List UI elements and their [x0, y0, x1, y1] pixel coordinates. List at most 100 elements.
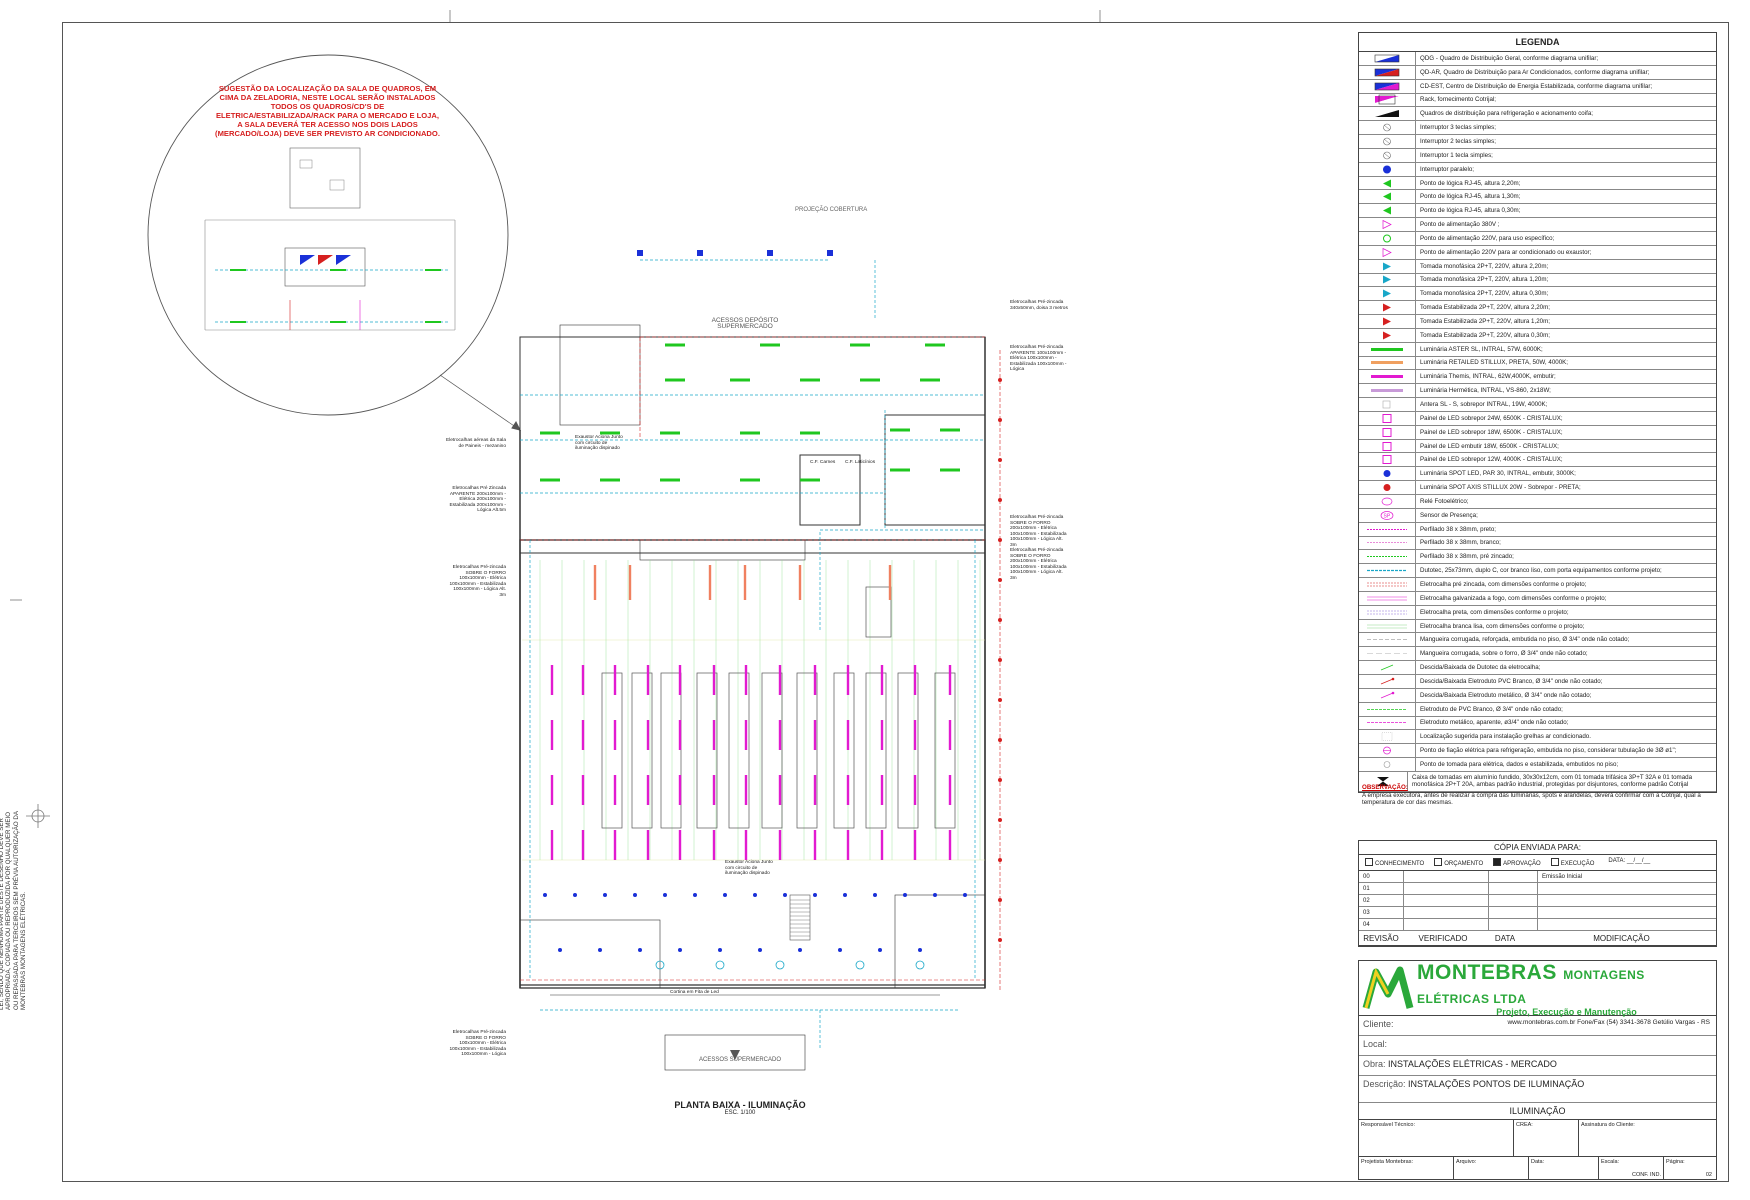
copy-option-checkbox[interactable]: ORÇAMENTO	[1434, 858, 1483, 867]
brand-name: MONTEBRAS	[1417, 961, 1557, 984]
revision-header-cell: REVISÃO	[1363, 933, 1399, 943]
shelf-unit	[833, 672, 855, 829]
legend-text: Dutotec, 25x73mm, duplo C, cor branco li…	[1420, 567, 1662, 575]
company-logo: MONTEBRAS MONTAGENS ELÉTRICAS LTDA Proje…	[1359, 961, 1716, 1026]
top-fixtures	[637, 250, 833, 256]
legend-row: Tomada monofásica 2P+T, 220V, altura 2,2…	[1359, 259, 1716, 274]
legend-symbol-lum1	[1371, 347, 1403, 351]
spot-fixture	[558, 948, 562, 952]
aisle-lines	[539, 560, 981, 860]
legend-symbol-dut	[1367, 569, 1407, 572]
legend-symbol-int2	[1383, 137, 1391, 146]
shelf-unit	[601, 672, 623, 829]
legend-row: CD-EST, Centro de Distribuição de Energi…	[1359, 79, 1716, 94]
legend-symbol-al380	[1382, 219, 1392, 230]
legend-row: Eletrocalha galvanizada a fogo, com dime…	[1359, 591, 1716, 606]
legend-text: Ponto de lógica RJ-45, altura 1,30m;	[1420, 193, 1521, 201]
legend-row: Ponto de fiação elétrica para refrigeraç…	[1359, 744, 1716, 759]
legend-symbol-sp: SP	[1380, 510, 1394, 520]
legend-symbol-el1	[1367, 708, 1407, 710]
label-projecao: PROJEÇÃO COBERTURA	[795, 207, 868, 213]
conduit-routes	[520, 259, 985, 1050]
legend-text: Eletrocalha branca lisa, com dimensões c…	[1420, 622, 1585, 630]
spot-fixture	[963, 893, 967, 897]
spot-fixture	[718, 948, 722, 952]
legend-row: Perfilado 38 x 38mm, preto;	[1359, 522, 1716, 537]
spot-fixture	[723, 893, 727, 897]
legend-text: Luminária ASTER SL, INTRAL, 57W, 6000K;	[1420, 345, 1543, 353]
copy-sent-title: CÓPIA ENVIADA PARA:	[1359, 841, 1716, 855]
legend-symbol-el2	[1367, 722, 1407, 724]
legend-symbol-loc	[1381, 732, 1393, 742]
legend-text: Painel de LED embutir 18W, 6500K - CRIST…	[1420, 442, 1559, 450]
revision-row: 00 Emissão Inicial	[1359, 871, 1716, 883]
legend-text: Antera SL - S, sobrepor INTRAL, 19W, 400…	[1420, 401, 1548, 409]
spot-fixture	[693, 893, 697, 897]
legend-row: Quadros de distribuição para refrigeraçã…	[1359, 107, 1716, 122]
copy-date: DATA: __/__/__	[1608, 858, 1651, 864]
montebras-logo-icon	[1362, 966, 1414, 1009]
label-ele-left-1: Eletrocalhas aéreas da Sala de Paineis -…	[446, 438, 506, 449]
legend-row: Ponto de tomada para elétrica, dados e e…	[1359, 758, 1716, 772]
legend-symbol-dd1	[1380, 664, 1394, 671]
legend-row: QDG - Quadro de Distribuição Geral, conf…	[1359, 52, 1716, 66]
legend-text: Ponto de fiação elétrica para refrigeraç…	[1420, 747, 1677, 755]
legend-row: Interruptor 3 teclas simples;	[1359, 121, 1716, 136]
spot-fixture	[663, 893, 667, 897]
legend-symbol-te3	[1383, 331, 1391, 340]
legend-text: Eletroduto de PVC Branco, Ø 3/4" onde nã…	[1420, 705, 1563, 713]
legend-symbol-spot1	[1383, 470, 1391, 478]
callout-text: SUGESTÃO DA LOCALIZAÇÃO DA SALA DE QUADR…	[215, 84, 440, 138]
svg-text:SP: SP	[1384, 513, 1391, 519]
right-outlet	[998, 658, 1002, 662]
sensor-fixture	[715, 960, 725, 970]
right-outlet	[998, 578, 1002, 582]
legend-text: Tomada Estabilizada 2P+T, 220V, altura 0…	[1420, 331, 1550, 339]
right-outlet	[998, 618, 1002, 622]
legend-row: Luminária Themis, INTRAL, 62W,4000K, emb…	[1359, 370, 1716, 385]
legend-row: Dutotec, 25x73mm, duplo C, cor branco li…	[1359, 564, 1716, 579]
legend-row: Ponto de lógica RJ-45, altura 2,20m;	[1359, 176, 1716, 191]
legend-row: QD-AR, Quadro de Distribuição para Ar Co…	[1359, 65, 1716, 80]
legend-row: Ponto de alimentação 220V, para uso espe…	[1359, 231, 1716, 246]
shelving	[601, 586, 956, 829]
legend-text: Localização sugerida para instalação gre…	[1420, 733, 1591, 741]
copy-option-checkbox[interactable]: EXECUÇÃO	[1551, 858, 1595, 867]
legend-text: Mangueira corrugada, reforçada, embutida…	[1420, 636, 1630, 644]
spot-fixture	[903, 893, 907, 897]
luminaires-upper	[540, 343, 960, 482]
legend-row: Tomada Estabilizada 2P+T, 220V, altura 1…	[1359, 315, 1716, 329]
legend-text: Eletroduto metálico, aparente, ø3/4" ond…	[1420, 719, 1569, 727]
legend-symbol-rele	[1381, 497, 1393, 506]
legend-text: Luminária SPOT LED, PAR 30, INTRAL, embu…	[1420, 470, 1576, 478]
copy-option-checkbox[interactable]: CONHECIMENTO	[1365, 858, 1424, 867]
spot-fixture	[573, 893, 577, 897]
legend-symbol-lum4	[1371, 389, 1403, 393]
right-outlet	[998, 818, 1002, 822]
legend-text: CD-EST, Centro de Distribuição de Energi…	[1420, 82, 1653, 90]
legend-text: Interruptor 3 teclas simples;	[1420, 124, 1496, 132]
spot-fixture	[633, 893, 637, 897]
legend-symbol-alar	[1382, 247, 1392, 257]
legend-text: Relé Fotoelétrico;	[1420, 497, 1469, 505]
sheet-name: ILUMINAÇÃO	[1359, 1103, 1716, 1120]
legend-symbol-pf2	[1367, 542, 1407, 544]
legend-row: Ponto de alimentação 380V ;	[1359, 218, 1716, 232]
spot-fixture	[678, 948, 682, 952]
label-cortina: Cortina em Fita de Led	[670, 990, 719, 995]
legend-row: Mangueira corrugada, sobre o forro, Ø 3/…	[1359, 647, 1716, 662]
sensor-fixture	[775, 960, 785, 970]
legend-symbol-mg2	[1367, 653, 1407, 655]
legend-text: Eletrocalha pré zincada, com dimensões c…	[1420, 580, 1587, 588]
observation-note: OBSERVAÇÃO: A empresa executora, antes de…	[1362, 784, 1701, 806]
legend-text: Ponto de lógica RJ-45, altura 2,20m;	[1420, 179, 1521, 187]
signature-row: Responsável Técnico: CREA: Assinatura do…	[1359, 1120, 1716, 1157]
copy-option-checkbox[interactable]: APROVAÇÃO	[1493, 858, 1541, 867]
legend-symbol-tom	[1383, 761, 1391, 768]
footer-row: Projetista Montebras: Arquivo: Data: Esc…	[1361, 1157, 1712, 1179]
right-outlet	[998, 938, 1002, 942]
spot-fixture	[638, 948, 642, 952]
revision-row: 04	[1359, 919, 1716, 931]
legend-row: Painel de LED embutir 18W, 6500K - CRIST…	[1359, 439, 1716, 454]
legend-symbol-cdest	[1374, 82, 1400, 90]
